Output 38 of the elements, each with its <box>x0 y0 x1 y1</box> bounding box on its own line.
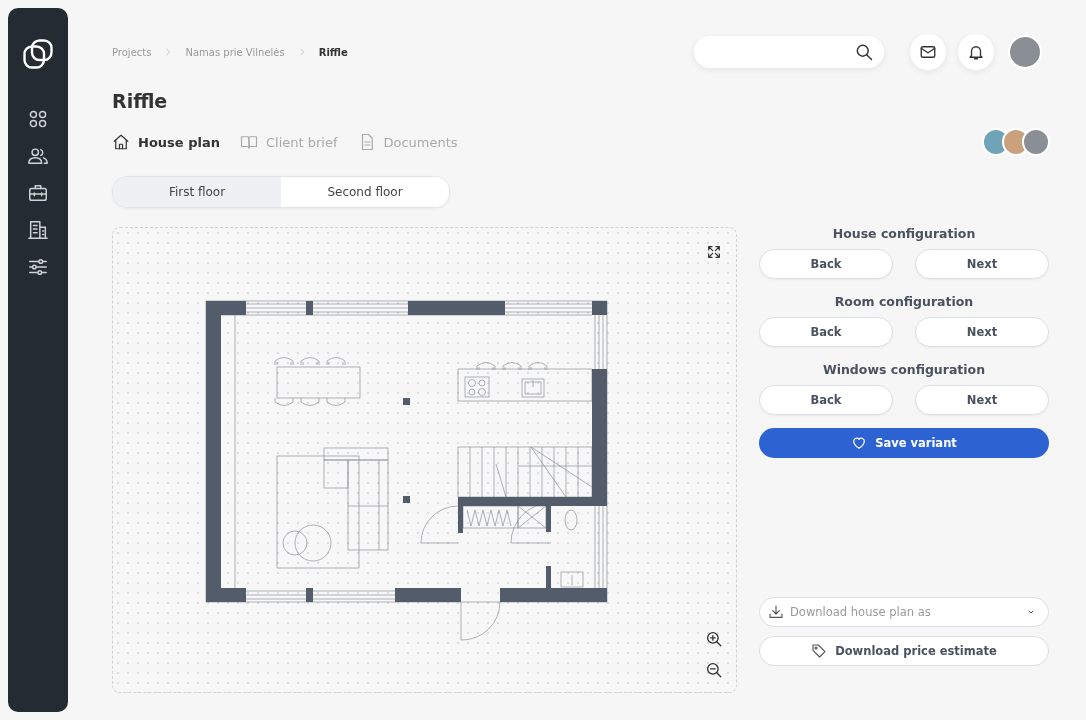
zoom-in-icon <box>705 630 723 648</box>
next-button[interactable]: Next <box>915 317 1049 347</box>
back-button[interactable]: Back <box>759 385 893 415</box>
team-avatar <box>1022 128 1050 156</box>
search-field[interactable] <box>694 36 884 68</box>
floor-tab[interactable]: First floor <box>113 177 281 207</box>
fullscreen-button[interactable] <box>706 244 722 260</box>
mail-icon <box>919 43 937 61</box>
building-icon <box>27 218 49 241</box>
download-icon <box>768 604 784 620</box>
zoom-out-button[interactable] <box>705 661 723 679</box>
logo-icon <box>20 36 56 72</box>
price-estimate-button[interactable]: Download price estimate <box>759 636 1049 666</box>
next-button[interactable]: Next <box>915 249 1049 279</box>
section-heading: House configuration <box>831 226 977 241</box>
floor-tab[interactable]: Second floor <box>281 177 449 207</box>
tab[interactable]: House plan <box>112 133 220 151</box>
download-plan-dropdown[interactable]: Download house plan as <box>759 597 1049 627</box>
bell-icon <box>967 43 985 61</box>
back-button[interactable]: Back <box>759 317 893 347</box>
house-icon <box>112 133 130 151</box>
section-heading: Room configuration <box>833 294 975 309</box>
search-icon <box>854 42 874 62</box>
book-icon <box>239 133 258 151</box>
heart-icon <box>851 435 868 451</box>
user-avatar[interactable] <box>1008 35 1042 69</box>
tag-icon <box>811 643 828 659</box>
section-heading: Windows configuration <box>821 362 987 377</box>
zoom-out-icon <box>705 661 723 679</box>
next-button[interactable]: Next <box>915 385 1049 415</box>
page-title: Riffle <box>112 90 169 112</box>
notifications-button[interactable] <box>958 34 994 70</box>
expand-icon <box>706 244 722 260</box>
zoom-in-button[interactable] <box>705 630 723 648</box>
breadcrumb-link[interactable]: Riffle <box>318 46 348 58</box>
save-variant-button[interactable]: Save variant <box>759 428 1049 458</box>
mail-button[interactable] <box>910 34 946 70</box>
back-button[interactable]: Back <box>759 249 893 279</box>
